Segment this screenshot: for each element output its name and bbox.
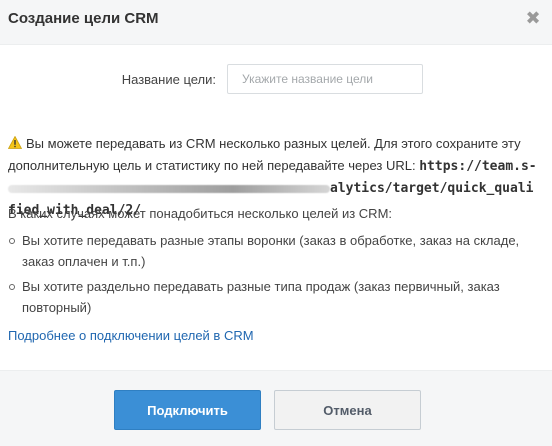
crm-goal-dialog: Создание цели CRM ✖ Название цели: Вы мо… (0, 0, 552, 446)
redacted-url-part (8, 184, 330, 193)
close-icon[interactable]: ✖ (524, 9, 542, 27)
connect-button[interactable]: Подключить (114, 390, 261, 430)
goal-name-row: Название цели: (0, 64, 552, 96)
warning-icon (7, 134, 23, 155)
goal-name-input[interactable] (227, 64, 423, 94)
cases-title: В каких случаях может понадобиться неско… (8, 206, 393, 221)
goal-name-label: Название цели: (121, 72, 216, 87)
list-item: Вы хотите раздельно передавать разные ти… (8, 276, 540, 318)
more-info-link[interactable]: Подробнее о подключении целей в CRM (8, 328, 254, 343)
dialog-footer: Подключить Отмена (0, 370, 552, 446)
dialog-header: Создание цели CRM ✖ (0, 0, 552, 45)
list-item: Вы хотите передавать разные этапы воронк… (8, 230, 540, 272)
cases-list: Вы хотите передавать разные этапы воронк… (8, 230, 540, 322)
cancel-button[interactable]: Отмена (274, 390, 421, 430)
url-start: https://team.s- (419, 159, 537, 174)
dialog-title: Создание цели CRM (8, 10, 159, 27)
